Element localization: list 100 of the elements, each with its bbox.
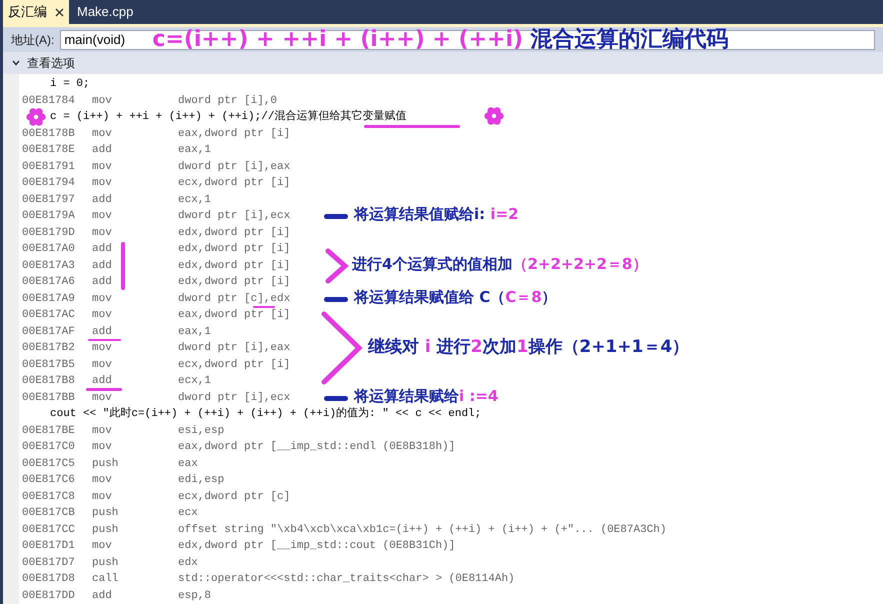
mnemonic-text: mov — [92, 128, 112, 140]
address-text: 00E817C8 — [22, 490, 75, 503]
operand-text: eax,dword ptr [i] — [178, 128, 290, 140]
address-text: 00E817B2 — [22, 342, 75, 354]
mnemonic-text: mov — [92, 490, 112, 503]
address-text: 00E817D1 — [22, 540, 75, 552]
mnemonic-text: add — [92, 326, 112, 338]
operand-text: edx,dword ptr [i] — [178, 243, 290, 256]
flower-icon — [484, 106, 504, 126]
operand-text: edi,esp — [178, 474, 224, 486]
mnemonic-text: push — [92, 556, 118, 569]
address-text: 00E81784 — [22, 94, 75, 107]
operand-text: eax,1 — [178, 326, 212, 338]
address-text: 00E81794 — [22, 177, 75, 190]
operand-text: ecx,1 — [178, 375, 212, 388]
source-line: i = 0; — [50, 78, 90, 90]
address-text: 00E817C0 — [22, 441, 75, 454]
mnemonic-text: add — [92, 260, 112, 272]
address-text: 00E817CC — [22, 524, 75, 536]
address-text: 00E817D8 — [22, 573, 75, 586]
address-label: 地址(A): — [11, 32, 54, 48]
address-text: 00E817C5 — [22, 458, 75, 470]
mnemonic-text: add — [92, 243, 112, 256]
operand-text: edx,dword ptr [__imp_std::cout (0E8B31Ch)] — [178, 540, 456, 552]
dash-marker — [324, 214, 348, 220]
address-text: 00E817D7 — [22, 556, 75, 569]
operand-text: edx,dword ptr [i] — [178, 226, 290, 239]
operand-text: edx,dword ptr [i] — [178, 276, 290, 288]
view-options-bar[interactable]: 查看选项 — [3, 52, 883, 74]
annotation-text: 继续对 i 进行2次加1操作（2+1+1＝4） — [368, 339, 690, 356]
operand-text: ecx,dword ptr [i] — [178, 358, 290, 371]
mnemonic-text: mov — [92, 358, 112, 371]
operand-text: eax — [178, 458, 198, 470]
annotation-text: 将运算结果值赋给i: i=2 — [354, 207, 519, 222]
address-text: 00E817A6 — [22, 276, 75, 288]
mnemonic-text: add — [92, 375, 112, 388]
mnemonic-text: call — [92, 573, 118, 586]
address-text: 00E817A0 — [22, 243, 75, 256]
mnemonic-text: push — [92, 507, 118, 520]
mnemonic-text: push — [92, 524, 118, 536]
mnemonic-text: mov — [92, 540, 112, 552]
address-text: 00E8178B — [22, 128, 75, 140]
operand-text: edx — [178, 556, 198, 569]
vertical-marker — [121, 242, 125, 290]
mnemonic-text: add — [92, 590, 112, 602]
operand-text: eax,1 — [178, 144, 212, 156]
tab[interactable]: 反汇编 — [3, 0, 69, 24]
mnemonic-text: mov — [92, 309, 112, 322]
source-line: cout << "此时c=(i++) + (++i) + (i++) + (++i)的值为: " << c << endl; — [50, 408, 482, 420]
operand-text: offset string "\xb4\xcb\xca\xb1c=(i++) + (++i) + (i++) + (+"... (0E87A3Ch) — [178, 524, 666, 536]
close-icon[interactable] — [55, 8, 64, 16]
address-text: 00E817AF — [22, 326, 75, 338]
mnemonic-text: mov — [92, 441, 112, 454]
operand-text: eax,dword ptr [__imp_std::endl (0E8B318h)] — [178, 441, 456, 454]
mnemonic-text: mov — [92, 392, 112, 404]
annotation-text: 进行4个运算式的值相加（2+2+2+2＝8） — [352, 256, 648, 272]
address-text: 00E817BE — [22, 424, 75, 437]
mnemonic-text: mov — [92, 292, 112, 305]
address-text: 00E817B8 — [22, 375, 75, 388]
operand-text: dword ptr [i],ecx — [178, 210, 290, 222]
operand-text: dword ptr [i],ecx — [178, 392, 290, 404]
operand-text: dword ptr [c],edx — [178, 292, 290, 305]
address-text: 00E8179D — [22, 226, 75, 239]
operand-text: std::operator<<<std::char_traits<char> > (0E8114Ah) — [178, 573, 515, 586]
annotation-text: 将运算结果赋值给 C（C＝8） — [354, 290, 557, 305]
tab[interactable]: Make.cpp — [71, 0, 140, 24]
flower-icon — [26, 107, 46, 127]
mnemonic-text: mov — [92, 177, 112, 190]
operand-text: esi,esp — [178, 424, 224, 437]
operand-text: eax,dword ptr [i] — [178, 309, 290, 322]
mnemonic-text: add — [92, 276, 112, 288]
mnemonic-text: add — [92, 194, 112, 206]
operand-text: dword ptr [i],0 — [178, 94, 278, 107]
operand-text: ecx,dword ptr [c] — [178, 490, 290, 503]
operand-text: ecx,1 — [178, 194, 212, 206]
mnemonic-text: mov — [92, 160, 112, 173]
mnemonic-text: mov — [92, 342, 112, 354]
mnemonic-text: mov — [92, 424, 112, 437]
dash-marker — [324, 396, 348, 401]
address-text: 00E817A3 — [22, 260, 75, 272]
address-text: 00E817BB — [22, 392, 75, 404]
address-text: 00E81791 — [22, 160, 75, 173]
operand-text: esp,8 — [178, 590, 212, 602]
address-text: 00E817DD — [22, 590, 75, 602]
operand-text: ecx,dword ptr [i] — [178, 177, 290, 190]
chevron-icon[interactable] — [11, 58, 21, 68]
mnemonic-text: add — [92, 144, 112, 156]
mnemonic-text: mov — [92, 226, 112, 239]
underline-marker — [86, 388, 122, 390]
annotation-text: 将运算结果赋给i :=4 — [354, 388, 498, 404]
operand-text: dword ptr [i],eax — [178, 342, 290, 354]
underline-marker — [88, 338, 121, 341]
mnemonic-text: mov — [92, 474, 112, 486]
address-text: 00E817C6 — [22, 474, 75, 486]
operand-text: edx,dword ptr [i] — [178, 260, 290, 272]
address-text: 00E8178E — [22, 144, 75, 156]
address-text: 00E8179A — [22, 210, 75, 222]
address-text: 00E817B5 — [22, 358, 75, 371]
underline-marker — [253, 306, 275, 308]
mnemonic-text: mov — [92, 210, 112, 222]
